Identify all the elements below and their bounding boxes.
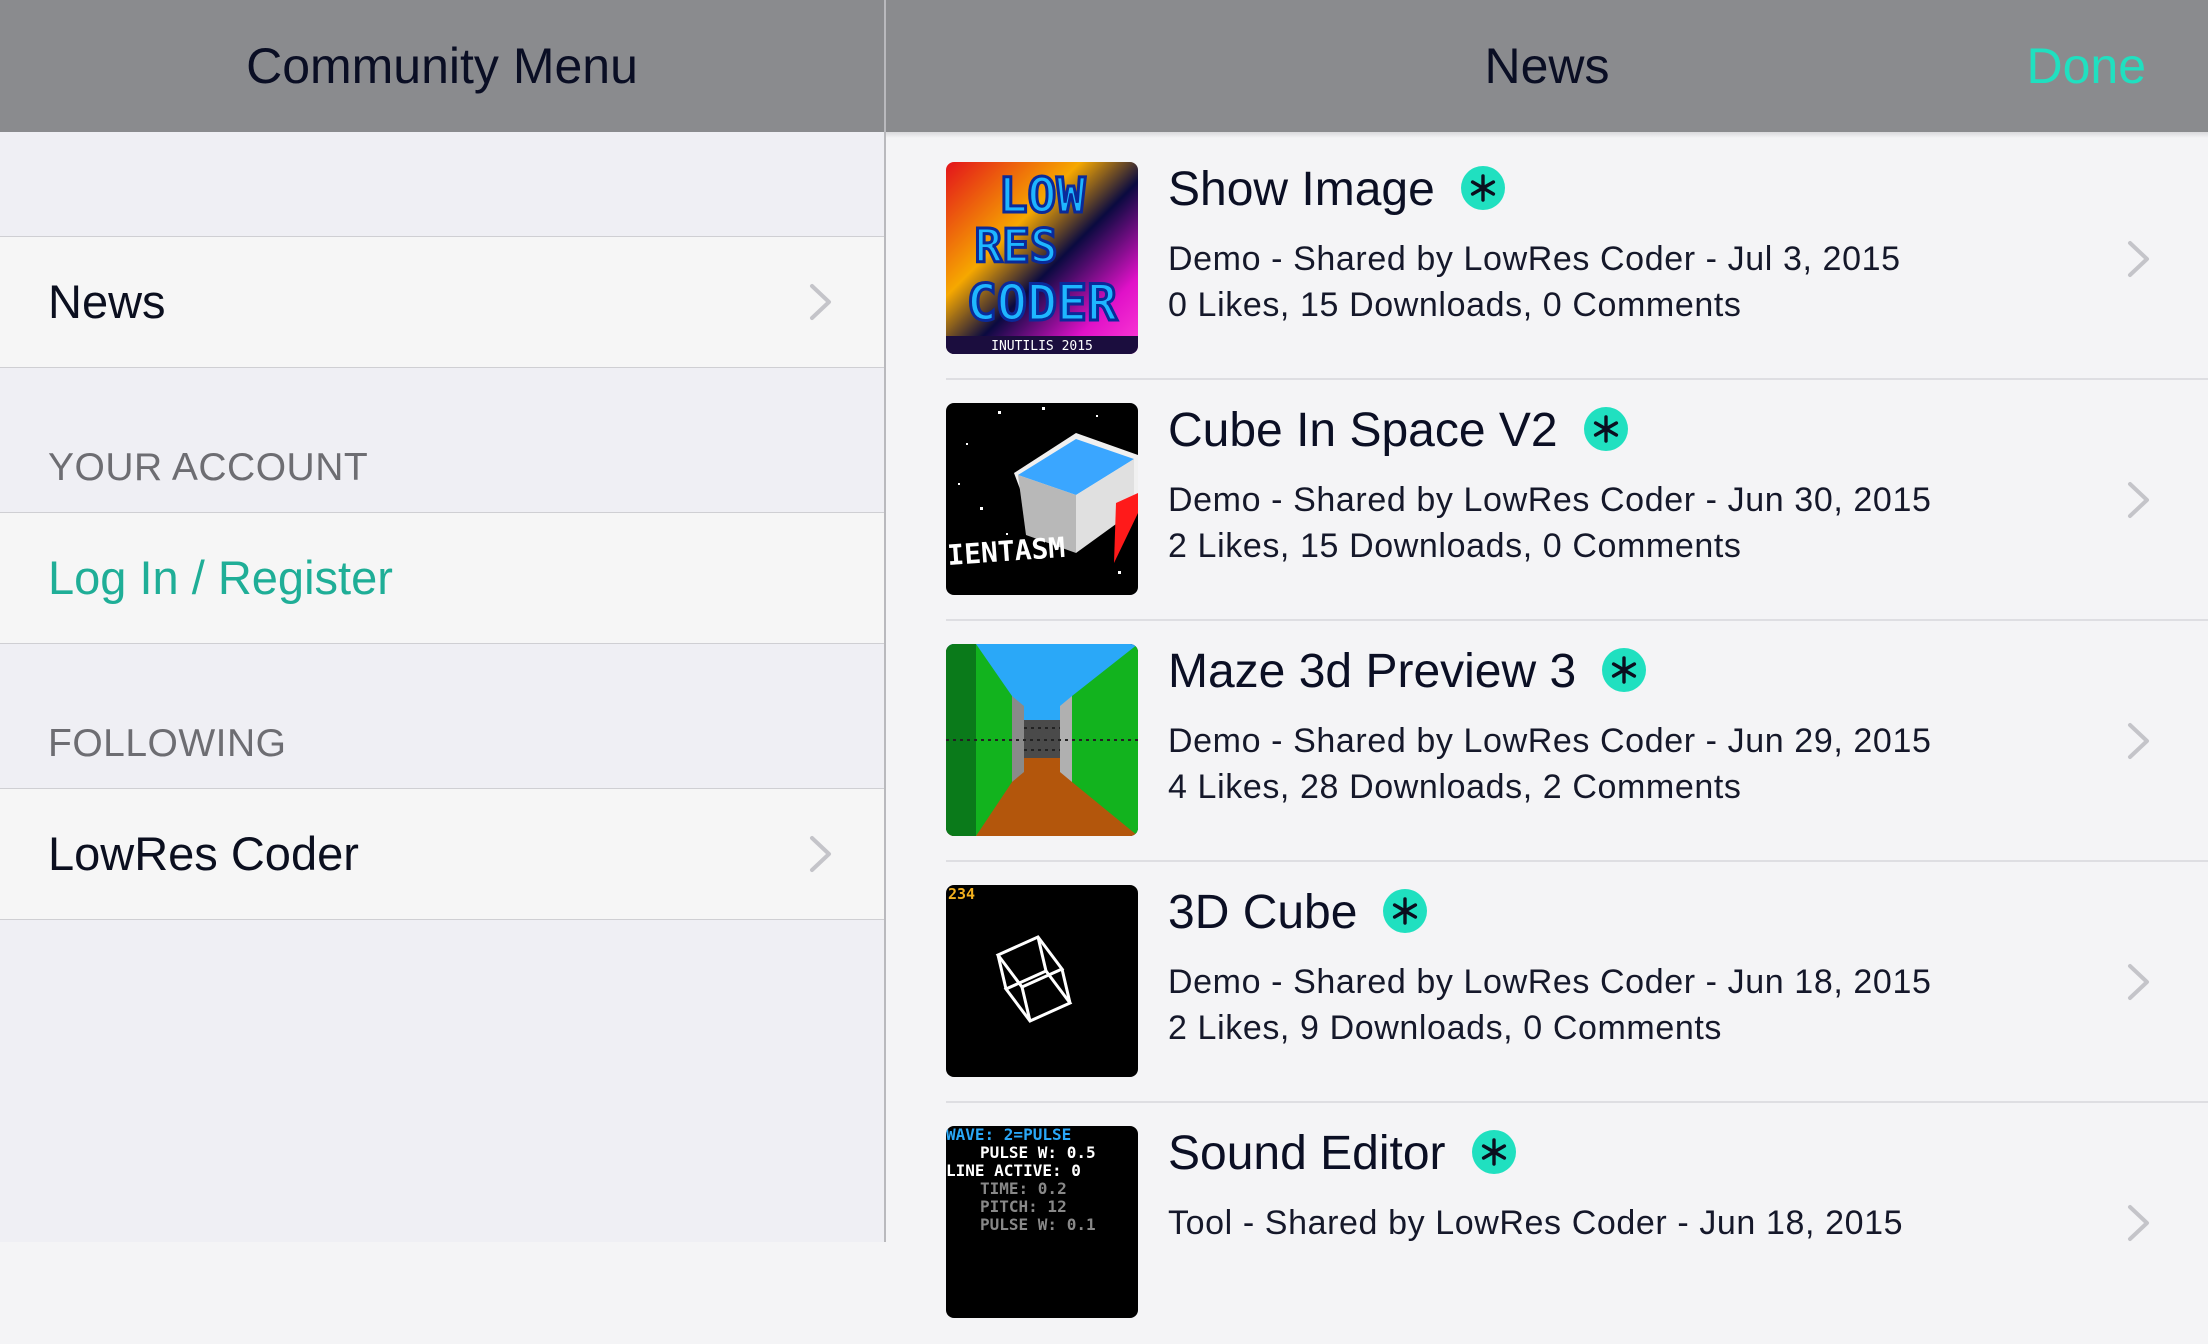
logo-footer: INUTILIS 2015 xyxy=(991,339,1093,354)
login-register-label: Log In / Register xyxy=(48,551,393,604)
cube-in-space-thumbnail: IENTASM xyxy=(946,403,1138,595)
news-item-stats: 0 Likes, 15 Downloads, 0 Comments xyxy=(1168,286,1742,324)
news-item-stats: 4 Likes, 28 Downloads, 2 Comments xyxy=(1168,768,1742,806)
row-separator xyxy=(946,860,2208,862)
news-item-subtitle: Tool - Shared by LowRes Coder - Jun 18, … xyxy=(1168,1204,1904,1242)
news-item-sound-editor[interactable]: WAVE: 2=PULSE PULSE W: 0.5 LINE ACTIVE: … xyxy=(946,1104,2208,1344)
news-item-subtitle: Demo - Shared by LowRes Coder - Jul 3, 2… xyxy=(1168,240,1901,278)
news-item-show-image[interactable]: LOW RES CODER INUTILIS 2015 Show Image D… xyxy=(946,140,2208,380)
sound-line-6: PULSE W: 0.1 xyxy=(980,1215,1096,1234)
news-item-subtitle: Demo - Shared by LowRes Coder - Jun 29, … xyxy=(1168,722,1932,760)
news-item-cube-in-space[interactable]: IENTASM Cube In Space V2 Demo - Shared b… xyxy=(946,381,2208,621)
done-button[interactable]: Done xyxy=(2026,0,2146,132)
news-item-title: Sound Editor xyxy=(1168,1127,1446,1180)
chevron-right-icon xyxy=(2128,482,2149,518)
sound-line-2: PULSE W: 0.5 xyxy=(980,1143,1096,1162)
navbar-shadow xyxy=(886,132,2208,138)
logo-line-2: RES xyxy=(974,219,1057,273)
news-item-title-wrap: Cube In Space V2 xyxy=(1168,403,1628,458)
row-separator xyxy=(946,378,2208,380)
menu-item-news[interactable]: News xyxy=(0,236,884,368)
featured-star-icon xyxy=(1383,889,1428,934)
community-menu-pane: Community Menu News YOUR ACCOUNT Log In … xyxy=(0,0,884,1242)
menu-title: Community Menu xyxy=(246,38,638,94)
featured-star-icon xyxy=(1460,166,1505,211)
news-pane: News Done LOW RES CODER INUTILIS 2015 Sh… xyxy=(886,0,2208,1318)
news-item-3d-cube[interactable]: 234 3D Cube Demo - Shared by LowRes Code… xyxy=(946,863,2208,1103)
row-separator xyxy=(946,1101,2208,1103)
news-item-title: 3D Cube xyxy=(1168,886,1358,939)
news-item-subtitle: Demo - Shared by LowRes Coder - Jun 30, … xyxy=(1168,481,1932,519)
news-item-title: Cube In Space V2 xyxy=(1168,404,1558,457)
news-item-maze-3d[interactable]: Maze 3d Preview 3 Demo - Shared by LowRe… xyxy=(946,622,2208,862)
sound-line-1: WAVE: 2=PULSE xyxy=(946,1126,1071,1144)
news-navbar: News Done xyxy=(886,0,2208,132)
maze-corridor-thumbnail xyxy=(946,644,1138,836)
section-header-following: FOLLOWING xyxy=(48,722,287,765)
news-item-title-wrap: Show Image xyxy=(1168,162,1505,217)
news-title: News xyxy=(1484,38,1610,94)
logo-line-3: CODER xyxy=(967,274,1118,332)
chevron-right-icon xyxy=(2128,1205,2149,1241)
chevron-right-icon xyxy=(810,284,831,320)
news-item-title-wrap: 3D Cube xyxy=(1168,885,1428,940)
menu-navbar: Community Menu xyxy=(0,0,884,132)
news-item-title: Show Image xyxy=(1168,163,1435,216)
following-item-lowres-coder[interactable]: LowRes Coder xyxy=(0,788,884,920)
news-item-stats: 2 Likes, 15 Downloads, 0 Comments xyxy=(1168,527,1742,565)
chevron-right-icon xyxy=(2128,241,2149,277)
lowres-coder-logo-thumbnail: LOW RES CODER INUTILIS 2015 xyxy=(946,162,1138,354)
chevron-right-icon xyxy=(810,836,831,872)
section-header-your-account: YOUR ACCOUNT xyxy=(48,446,369,489)
logo-line-1: LOW xyxy=(999,168,1086,224)
news-item-title-wrap: Maze 3d Preview 3 xyxy=(1168,644,1647,699)
sound-line-3: LINE ACTIVE: 0 xyxy=(946,1161,1081,1180)
news-item-title-wrap: Sound Editor xyxy=(1168,1126,1516,1181)
wireframe-cube-thumbnail: 234 xyxy=(946,885,1138,1077)
login-register-button[interactable]: Log In / Register xyxy=(0,512,884,644)
sound-line-4: TIME: 0.2 xyxy=(980,1179,1067,1198)
news-item-subtitle: Demo - Shared by LowRes Coder - Jun 18, … xyxy=(1168,963,1932,1001)
menu-item-news-label: News xyxy=(48,275,166,328)
row-separator xyxy=(946,619,2208,621)
news-item-stats: 2 Likes, 9 Downloads, 0 Comments xyxy=(1168,1009,1723,1047)
sound-line-5: PITCH: 12 xyxy=(980,1197,1067,1216)
following-item-label: LowRes Coder xyxy=(48,827,359,880)
featured-star-icon xyxy=(1471,1130,1516,1175)
cube-counter: 234 xyxy=(948,885,975,903)
featured-star-icon xyxy=(1583,407,1628,452)
chevron-right-icon xyxy=(2128,723,2149,759)
news-item-title: Maze 3d Preview 3 xyxy=(1168,645,1577,698)
sound-editor-thumbnail: WAVE: 2=PULSE PULSE W: 0.5 LINE ACTIVE: … xyxy=(946,1126,1138,1318)
chevron-right-icon xyxy=(2128,964,2149,1000)
featured-star-icon xyxy=(1602,648,1647,693)
